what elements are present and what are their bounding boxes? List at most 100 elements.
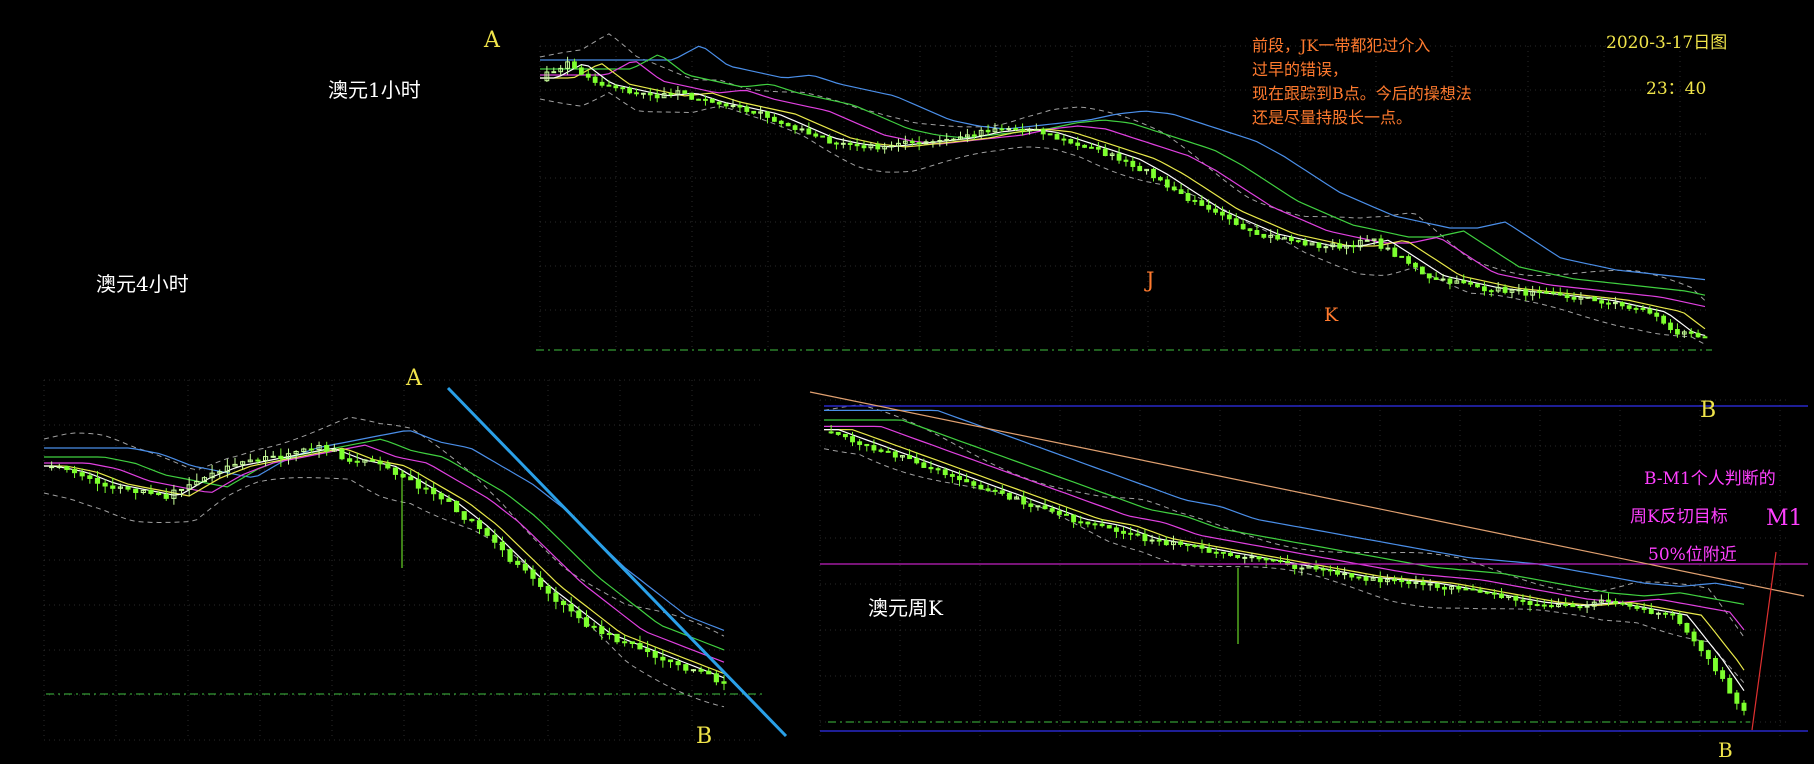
- candle-body: [1071, 514, 1077, 523]
- candle-body: [1641, 607, 1647, 610]
- candle-body: [978, 484, 984, 490]
- candle-body: [730, 105, 736, 108]
- candle-body: [799, 128, 805, 131]
- candle-body: [1247, 228, 1253, 232]
- candle-body: [1178, 189, 1184, 195]
- candle-body: [1158, 177, 1163, 181]
- candle-body: [1128, 532, 1134, 535]
- candle-body: [675, 661, 681, 666]
- candle-body: [840, 142, 846, 145]
- candle-body: [492, 534, 498, 543]
- candle-body: [1356, 576, 1362, 579]
- candle-body: [1488, 290, 1494, 293]
- candle-body: [1406, 256, 1411, 264]
- candle-body: [792, 125, 798, 130]
- candle-body: [1399, 579, 1405, 583]
- candle-body: [1226, 214, 1232, 220]
- moving-average-line: [44, 447, 725, 679]
- candle-body: [1149, 539, 1155, 542]
- candle-body: [1392, 579, 1397, 582]
- candle-body: [1482, 286, 1487, 292]
- candle-body: [1440, 278, 1446, 281]
- candle-body: [347, 458, 353, 462]
- title-1h: 澳元1小时: [328, 78, 421, 102]
- candle-body: [1399, 255, 1405, 258]
- candle-body: [148, 489, 154, 494]
- candle-body: [1433, 277, 1439, 280]
- downtrend-line: [446, 386, 788, 738]
- candle-body: [1313, 565, 1319, 570]
- candle-body: [583, 617, 590, 627]
- candle-body: [324, 445, 330, 452]
- candle-body: [1142, 533, 1148, 542]
- candle-body: [1078, 521, 1084, 524]
- candle-body: [1655, 612, 1661, 615]
- candle-body: [842, 433, 848, 438]
- candle-body: [942, 469, 948, 476]
- candle-body: [709, 98, 715, 103]
- candle-body: [971, 134, 977, 137]
- candle-body: [1028, 503, 1034, 507]
- title-weekly: 澳元周K: [868, 596, 943, 620]
- candle-body: [1541, 604, 1547, 607]
- label-k: K: [1324, 304, 1339, 326]
- candle-body: [914, 458, 920, 464]
- candle-body: [1199, 545, 1205, 549]
- candle-body: [1705, 650, 1711, 659]
- candle-body: [87, 475, 93, 479]
- candle-body: [1385, 247, 1391, 250]
- candle-body: [629, 641, 635, 645]
- candle-body: [1620, 602, 1626, 605]
- candle-body: [446, 498, 452, 502]
- candle-body: [1092, 523, 1098, 526]
- candle-body: [1413, 262, 1418, 268]
- candle-body: [949, 474, 955, 477]
- moving-average-line: [44, 447, 725, 675]
- candle-body: [1634, 605, 1640, 609]
- candle-body: [971, 481, 977, 486]
- candle-body: [1185, 543, 1191, 546]
- candle-body: [1064, 513, 1069, 516]
- candle-body: [163, 494, 169, 499]
- candle-body: [1640, 307, 1646, 310]
- candle-body: [1035, 505, 1041, 508]
- candle-body: [667, 659, 674, 663]
- candle-body: [935, 468, 941, 471]
- candle-body: [1691, 631, 1697, 642]
- candle-body: [1316, 242, 1322, 248]
- label-b-right: B: [1718, 738, 1733, 762]
- candle-body: [377, 460, 383, 465]
- candle-body: [921, 462, 927, 468]
- candle-body: [1363, 576, 1369, 581]
- candle-body: [1292, 563, 1298, 569]
- candle-body: [551, 71, 557, 74]
- candle-body: [79, 472, 85, 477]
- candle-body: [1113, 527, 1119, 532]
- candle-body: [1123, 159, 1129, 162]
- candle-body: [476, 520, 483, 530]
- candle-body: [1171, 186, 1177, 191]
- candle-body: [930, 141, 936, 144]
- candle-body: [592, 76, 598, 83]
- candle-body: [892, 451, 898, 458]
- candle-body: [1240, 223, 1246, 230]
- candle-body: [1447, 278, 1453, 284]
- candle-body: [461, 511, 467, 520]
- candle-body: [1089, 146, 1094, 149]
- candle-body: [620, 87, 626, 90]
- candle-body: [999, 490, 1005, 494]
- candle-body: [1349, 573, 1355, 578]
- candle-body: [568, 604, 574, 612]
- label-m1: M1: [1766, 506, 1803, 531]
- candle-body: [1688, 331, 1694, 334]
- candle-body: [1557, 292, 1563, 296]
- candle-body: [538, 577, 544, 587]
- candle-body: [964, 479, 970, 483]
- candle-body: [1534, 604, 1540, 607]
- candle-body: [522, 563, 528, 571]
- candle-body: [1491, 592, 1497, 595]
- title-4h: 澳元4小时: [96, 272, 189, 296]
- candle-body: [1275, 234, 1280, 240]
- candle-body: [864, 443, 870, 447]
- moving-average-line: [44, 444, 725, 663]
